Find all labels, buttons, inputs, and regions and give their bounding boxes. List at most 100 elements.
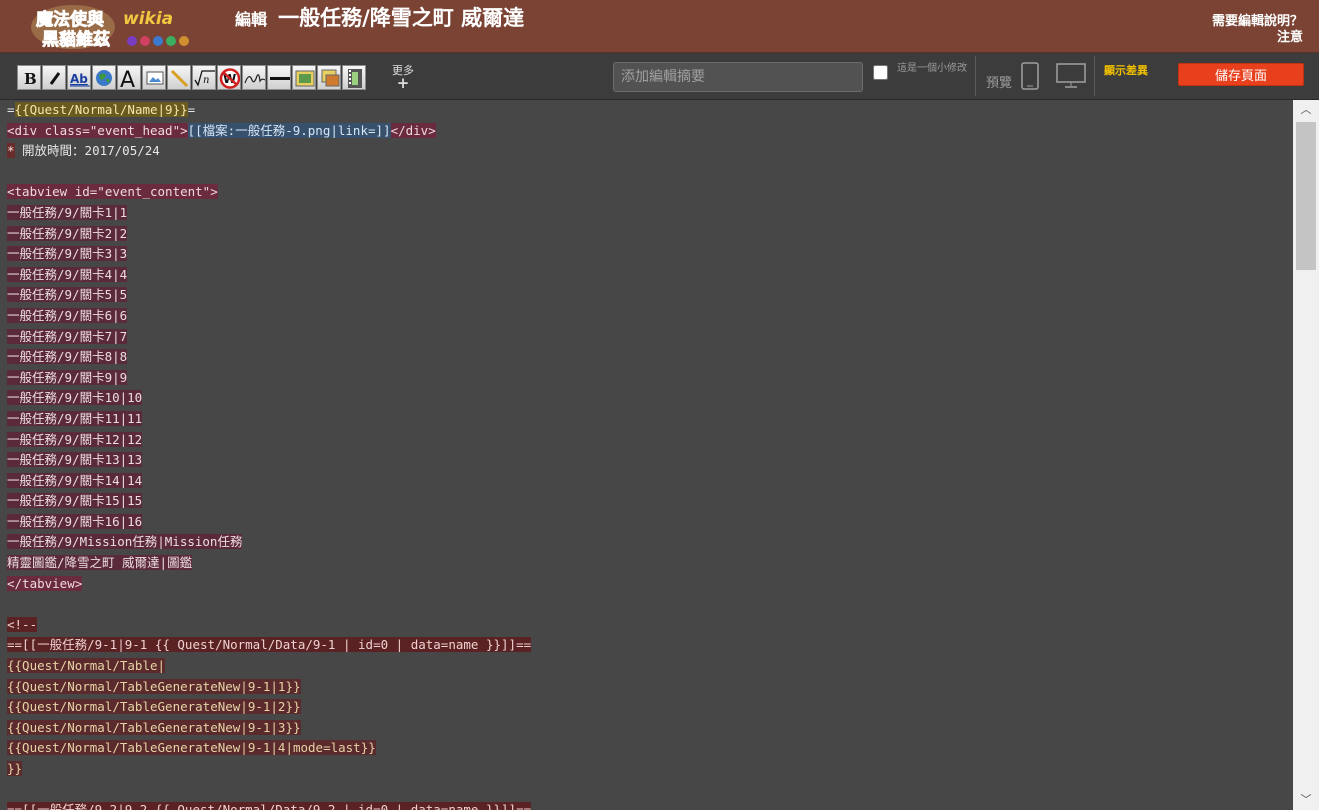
editor-line[interactable]: 一般任務/9/關卡9|9 [0, 368, 1292, 389]
svg-text:wikia: wikia [123, 9, 173, 29]
signature-icon[interactable] [242, 65, 266, 90]
editor-line[interactable]: 一般任務/9/關卡13|13 [0, 450, 1292, 471]
code-token: 一般任務/9/關卡5|5 [7, 287, 128, 303]
preview-label: 預覽 [986, 76, 1013, 91]
notice-link[interactable]: 注意 [1212, 30, 1303, 46]
internal-link-icon[interactable]: Ab [67, 65, 91, 90]
editor-line[interactable]: {{Quest/Normal/Table| [0, 656, 1292, 677]
plus-icon: + [396, 74, 410, 92]
code-token: {{Quest/Normal/TableGenerateNew|9-1|4|mo… [7, 740, 376, 756]
editor-line[interactable]: 一般任務/9/關卡4|4 [0, 265, 1292, 286]
editor-line[interactable]: ={{Quest/Normal/Name|9}}= [0, 100, 1292, 121]
editor-line[interactable]: 一般任務/9/Mission任務|Mission任務 [0, 532, 1292, 553]
code-token: 一般任務/9/關卡14|14 [7, 472, 143, 488]
scroll-thumb[interactable] [1296, 122, 1316, 270]
image-icon[interactable] [142, 65, 166, 90]
svg-text:n: n [203, 75, 209, 86]
editor-line[interactable]: 一般任務/9/關卡14|14 [0, 471, 1292, 492]
signature-pen-icon[interactable] [167, 65, 191, 90]
minor-edit-checkbox[interactable] [873, 65, 888, 80]
code-token: 一般任務/9/關卡1|1 [7, 204, 128, 220]
editor-line[interactable]: <tabview id="event_content"> [0, 182, 1292, 203]
gallery-icon[interactable] [292, 65, 316, 90]
code-token: }} [7, 761, 23, 776]
editor-line[interactable]: 一般任務/9/關卡7|7 [0, 327, 1292, 348]
editor-line[interactable]: 一般任務/9/關卡15|15 [0, 491, 1292, 512]
code-token: 一般任務/9/關卡11|11 [7, 410, 143, 426]
editor-line[interactable]: 一般任務/9/關卡6|6 [0, 306, 1292, 327]
more-button[interactable]: 更多 + [392, 65, 414, 92]
code-token: <div class="event_head"> [7, 122, 188, 138]
code-token: 一般任務/9/關卡16|16 [7, 513, 143, 529]
editor-line[interactable]: </tabview> [0, 574, 1292, 595]
editor-line[interactable]: }} [0, 759, 1292, 780]
editor-line[interactable]: 一般任務/9/關卡2|2 [0, 224, 1292, 245]
code-token: 精靈圖鑑/降雪之町 威爾達|圖鑑 [7, 555, 193, 571]
svg-text:Ab: Ab [70, 72, 88, 86]
editor-line[interactable]: 一般任務/9/關卡11|11 [0, 409, 1292, 430]
minor-edit-label: 這是一個小修改 [897, 63, 967, 74]
editor-line[interactable]: <div class="event_head">[[檔案:一般任務-9.png|… [0, 121, 1292, 142]
code-token: 一般任務/9/關卡3|3 [7, 246, 128, 262]
code-token: 一般任務/9/關卡4|4 [7, 266, 128, 282]
nowiki-icon[interactable]: W [217, 65, 241, 90]
svg-text:黑貓維茲: 黑貓維茲 [42, 29, 110, 50]
bold-icon[interactable]: B [17, 65, 41, 90]
formatting-buttons: B Ab A n W [17, 65, 367, 92]
code-token: = [187, 102, 196, 117]
italic-icon[interactable] [42, 65, 66, 90]
editor-line[interactable] [0, 162, 1292, 183]
video-icon[interactable] [342, 65, 366, 90]
code-token: ==[[一般任務/9-2|9-2 {{ Quest/Normal/Data/9-… [7, 802, 532, 810]
site-logo[interactable]: 魔法使與 黑貓維茲 wikia [28, 3, 200, 51]
editor-line[interactable]: 一般任務/9/關卡3|3 [0, 244, 1292, 265]
source-editor[interactable]: ={{Quest/Normal/Name|9}}= <div class="eve… [0, 100, 1292, 810]
slideshow-icon[interactable] [317, 65, 341, 90]
heading-icon[interactable]: A [117, 65, 141, 90]
editor-scrollbar[interactable]: ︿ ﹀ [1293, 100, 1319, 810]
editor-line[interactable]: ==[[一般任務/9-2|9-2 {{ Quest/Normal/Data/9-… [0, 800, 1292, 810]
editor-line[interactable] [0, 594, 1292, 615]
editor-line[interactable]: 一般任務/9/關卡12|12 [0, 430, 1292, 451]
code-token: 一般任務/9/關卡7|7 [7, 328, 128, 344]
code-token: 一般任務/9/關卡12|12 [7, 431, 143, 447]
editor-line[interactable]: 精靈圖鑑/降雪之町 威爾達|圖鑑 [0, 553, 1292, 574]
editor-line[interactable]: 一般任務/9/關卡8|8 [0, 347, 1292, 368]
code-token: 一般任務/9/關卡10|10 [7, 390, 143, 406]
code-token: <tabview id="event_content"> [7, 184, 218, 200]
scroll-up-arrow-icon[interactable]: ︿ [1293, 100, 1319, 120]
edit-page-title: 編輯 一般任務/降雪之町 威爾達 [235, 2, 524, 32]
editor-line[interactable]: {{Quest/Normal/TableGenerateNew|9-1|4|mo… [0, 738, 1292, 759]
code-token: ==[[一般任務/9-1|9-1 {{ Quest/Normal/Data/9-… [7, 637, 532, 653]
editor-line[interactable] [0, 780, 1292, 801]
editor-line[interactable]: 一般任務/9/關卡1|1 [0, 203, 1292, 224]
editor-line[interactable]: 一般任務/9/關卡5|5 [0, 285, 1292, 306]
scroll-down-arrow-icon[interactable]: ﹀ [1293, 790, 1319, 810]
save-page-button[interactable]: 儲存頁面 [1178, 63, 1304, 86]
mobile-preview-icon[interactable] [1020, 62, 1040, 94]
svg-text:A: A [120, 68, 135, 90]
code-token: {{Quest/Normal/TableGenerateNew|9-1|2}} [7, 699, 301, 715]
editor-line[interactable]: <!-- [0, 615, 1292, 636]
show-diff-link[interactable]: 顯示差異 [1104, 62, 1148, 78]
math-icon[interactable]: n [192, 65, 216, 90]
editor-line[interactable]: {{Quest/Normal/TableGenerateNew|9-1|1}} [0, 677, 1292, 698]
code-token: 一般任務/9/關卡15|15 [7, 493, 143, 509]
editor-line[interactable]: ==[[一般任務/9-1|9-1 {{ Quest/Normal/Data/9-… [0, 635, 1292, 656]
editor-line[interactable]: * 開放時間：2017/05/24 [0, 141, 1292, 162]
editor-line[interactable]: 一般任務/9/關卡16|16 [0, 512, 1292, 533]
divider [1094, 56, 1095, 96]
edit-summary-input[interactable] [613, 62, 863, 92]
external-link-icon[interactable] [92, 65, 116, 90]
editor-line[interactable]: {{Quest/Normal/TableGenerateNew|9-1|2}} [0, 697, 1292, 718]
code-token: 開放時間：2017/05/24 [14, 143, 160, 159]
editor-line[interactable]: 一般任務/9/關卡10|10 [0, 388, 1292, 409]
code-token: * [7, 143, 15, 159]
editor-line[interactable]: {{Quest/Normal/TableGenerateNew|9-1|3}} [0, 718, 1292, 739]
horizontal-rule-icon[interactable] [267, 65, 291, 90]
code-token: {{Quest/Normal/TableGenerateNew|9-1|1}} [7, 678, 301, 694]
edit-help-link[interactable]: 需要編輯說明？ [1212, 14, 1303, 30]
desktop-preview-icon[interactable] [1056, 63, 1086, 93]
code-token: 一般任務/9/關卡6|6 [7, 307, 128, 323]
code-token: {{Quest/Normal/TableGenerateNew|9-1|3}} [7, 719, 301, 735]
